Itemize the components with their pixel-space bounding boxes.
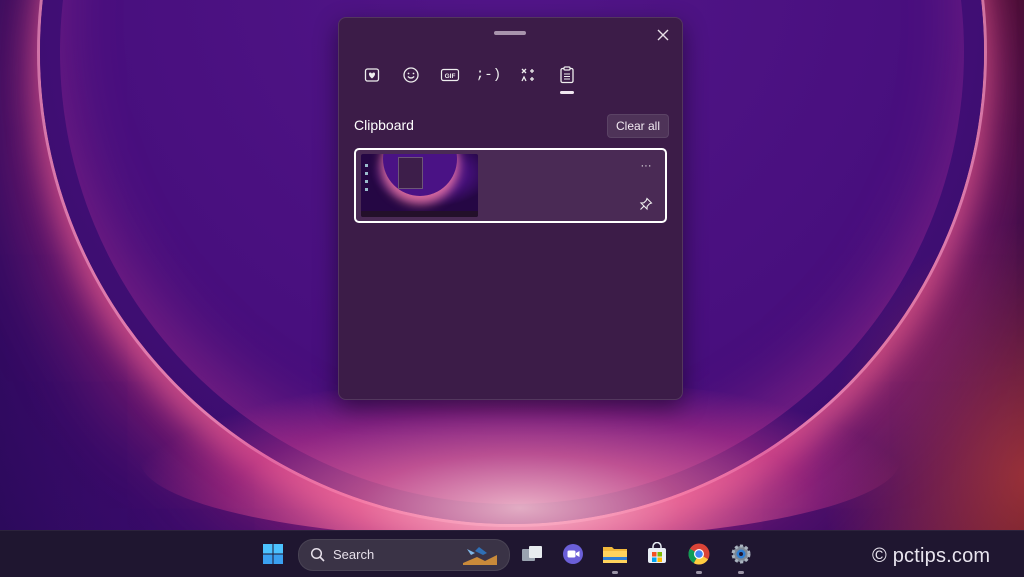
tab-emoji[interactable] — [396, 62, 425, 88]
pin-icon — [639, 197, 653, 211]
kaomoji-icon: ;-) — [475, 67, 502, 83]
settings-button[interactable] — [726, 539, 756, 574]
clear-all-button[interactable]: Clear all — [607, 114, 669, 138]
thumbnail-window — [398, 157, 423, 189]
file-explorer-button[interactable] — [600, 539, 630, 574]
gif-icon: GIF — [440, 68, 459, 82]
thumbnail-desktop-icons — [365, 164, 368, 194]
tab-clipboard[interactable] — [552, 62, 581, 94]
search-icon — [310, 547, 325, 562]
task-view-icon — [522, 546, 542, 561]
more-icon: ··· — [640, 160, 652, 172]
panel-tabs: GIF ;-) — [357, 62, 581, 94]
task-view-button[interactable] — [517, 539, 547, 569]
running-indicator — [612, 571, 618, 574]
meet-icon — [563, 544, 583, 564]
running-indicator — [738, 571, 744, 574]
tab-gif[interactable]: GIF — [435, 62, 464, 88]
smiley-icon — [402, 67, 419, 83]
clipboard-icon — [559, 66, 574, 84]
watermark: © pctips.com — [872, 545, 991, 567]
running-indicator — [696, 571, 702, 574]
wallpaper-glow — [140, 380, 900, 530]
emoji-clipboard-panel: GIF ;-) Clipboard Clear all ··· — [338, 17, 683, 400]
store-icon — [648, 542, 666, 563]
svg-text:GIF: GIF — [444, 73, 455, 80]
tab-kaomoji[interactable]: ;-) — [474, 62, 503, 88]
clipboard-image-thumbnail — [361, 154, 478, 217]
heart-card-icon — [364, 68, 379, 82]
pin-button[interactable] — [638, 196, 654, 212]
symbols-icon — [520, 68, 534, 82]
section-title: Clipboard — [354, 117, 414, 133]
settings-icon — [731, 544, 751, 564]
close-icon — [657, 29, 669, 41]
tab-recent-favorites[interactable] — [357, 62, 386, 88]
meet-button[interactable] — [558, 539, 588, 569]
taskbar-search[interactable]: Search — [298, 539, 510, 571]
store-button[interactable] — [642, 539, 672, 569]
start-icon — [263, 544, 283, 564]
close-button[interactable] — [654, 26, 672, 44]
more-options-button[interactable]: ··· — [638, 160, 654, 172]
chrome-button[interactable] — [684, 539, 714, 574]
search-highlight-icon — [463, 547, 497, 565]
drag-handle[interactable] — [494, 31, 526, 35]
wallpaper-warm-glow — [820, 220, 1024, 530]
chrome-icon — [688, 543, 710, 565]
clipboard-item[interactable]: ··· — [354, 148, 667, 223]
thumbnail-taskbar — [361, 211, 478, 217]
start-button[interactable] — [258, 539, 288, 569]
search-label: Search — [333, 547, 375, 562]
file-explorer-icon — [603, 547, 627, 563]
tab-symbols[interactable] — [513, 62, 542, 88]
taskbar: Search — [0, 530, 1024, 577]
